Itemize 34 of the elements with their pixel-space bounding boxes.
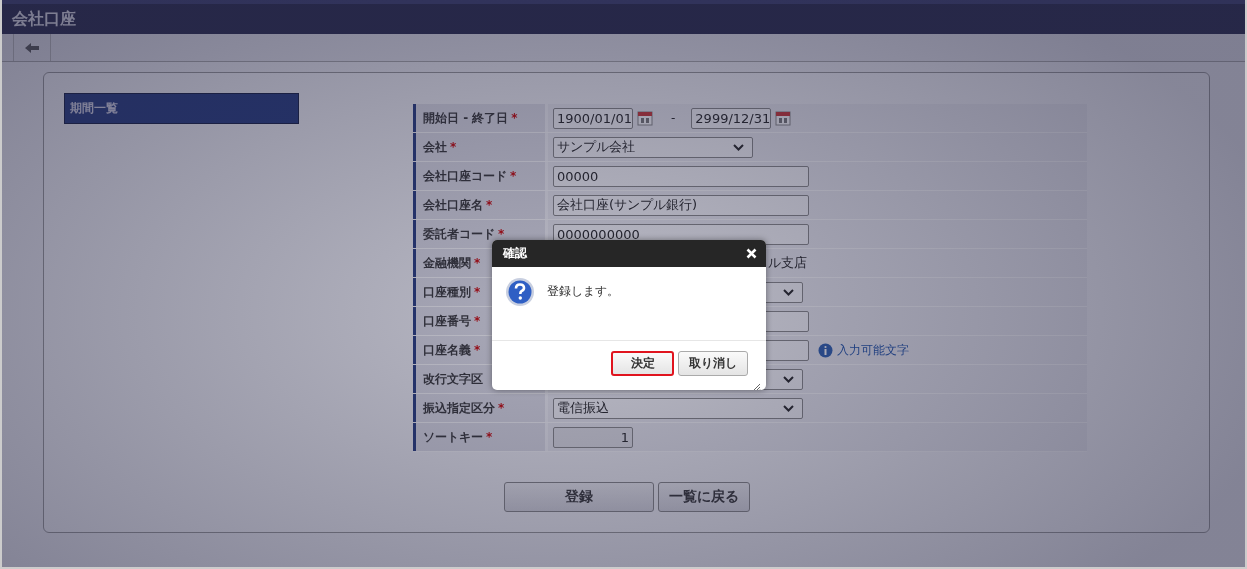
field-label: 開始日 - 終了日 * [413,104,545,132]
field-label: 振込指定区分 * [413,394,545,422]
input-field[interactable]: 00000 [553,165,809,187]
confirm-button[interactable]: 決定 [611,351,674,376]
page-title: 会社口座 [12,8,76,30]
number-field[interactable]: 1 [553,426,633,448]
date-field[interactable]: 2999/12/31 [691,107,772,129]
chevron-down-icon [783,375,794,383]
register-button[interactable]: 登録 [503,482,654,512]
field-label: 会社口座名 * [413,191,545,219]
select-field[interactable]: 電信振込 [553,397,803,419]
calendar-icon[interactable] [637,110,653,126]
field-value: ル支店 [768,254,807,272]
chevron-down-icon [733,143,744,151]
dialog-message: 登録します。 [547,283,619,300]
chevron-down-icon [783,404,794,412]
resize-grip-icon[interactable] [753,383,761,390]
info-icon [818,342,833,358]
back-to-list-button[interactable]: 一覧に戻る [657,482,750,512]
input-field[interactable]: 会社口座(サンプル銀行) [553,194,809,216]
range-separator: - [671,111,676,125]
date-field[interactable]: 1900/01/01 [553,107,633,129]
cancel-button[interactable]: 取り消し [678,351,748,376]
field-label: ソートキー * [413,423,545,451]
allowed-characters-link[interactable]: 入力可能文字 [837,341,909,359]
arrow-left-icon [25,42,39,53]
field-label: 会社 * [413,133,545,161]
chevron-down-icon [783,288,794,296]
select-field[interactable]: サンプル会社 [553,136,753,158]
calendar-icon[interactable] [775,110,792,126]
close-icon[interactable] [746,248,757,259]
field-label: 会社口座コード * [413,162,545,190]
back-button[interactable] [13,34,51,61]
question-icon [505,277,535,307]
